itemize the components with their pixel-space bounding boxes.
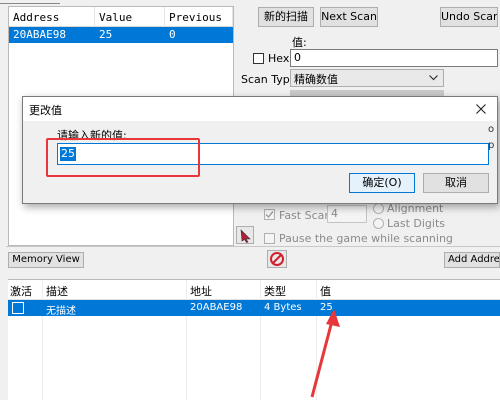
alignment-radio[interactable] bbox=[373, 203, 384, 214]
header-active[interactable]: 激活 bbox=[10, 283, 32, 299]
memory-view-button[interactable]: Memory View bbox=[8, 252, 84, 268]
value-label: 值: bbox=[292, 36, 307, 49]
dialog-close-button[interactable] bbox=[467, 98, 495, 120]
chevron-down-icon bbox=[429, 75, 438, 81]
window-edge bbox=[0, 0, 60, 4]
found-list-header: Address Value Previous bbox=[9, 7, 233, 27]
checkmark-icon bbox=[265, 211, 274, 219]
row-type: 4 Bytes bbox=[264, 302, 302, 313]
fast-scan-checkbox[interactable] bbox=[264, 209, 275, 220]
address-list-header: 激活 描述 地址 类型 值 bbox=[8, 280, 500, 300]
row-address: 20ABAE98 bbox=[190, 302, 243, 313]
undo-scan-button[interactable]: Undo Scan bbox=[440, 7, 498, 27]
last-digits-radio[interactable] bbox=[373, 218, 384, 229]
splitter[interactable] bbox=[6, 246, 500, 247]
column-divider bbox=[186, 280, 187, 400]
new-scan-button[interactable]: 新的扫描 bbox=[258, 7, 314, 27]
ok-button[interactable]: 确定(O) bbox=[349, 173, 415, 193]
scan-value-input[interactable]: 0 bbox=[290, 49, 498, 67]
annotation-highlight-box bbox=[46, 138, 200, 177]
last-digits-label: Last Digits bbox=[387, 217, 446, 230]
address-list-row[interactable]: 无描述 20ABAE98 4 Bytes 25 bbox=[8, 300, 500, 317]
found-header-previous[interactable]: Previous bbox=[165, 7, 233, 27]
scan-type-select[interactable]: 精确数值 bbox=[290, 69, 444, 87]
column-divider bbox=[42, 280, 43, 400]
scan-type-label: Scan Type bbox=[241, 73, 297, 86]
hex-checkbox[interactable] bbox=[253, 53, 264, 64]
hex-label: Hex bbox=[268, 52, 290, 65]
header-address[interactable]: 地址 bbox=[190, 283, 212, 299]
found-list-row[interactable]: 20ABAE98 25 0 bbox=[9, 27, 233, 43]
dialog-titlebar[interactable]: 更改值 bbox=[23, 97, 497, 121]
found-row-previous: 0 bbox=[169, 28, 176, 41]
header-description[interactable]: 描述 bbox=[46, 283, 68, 299]
pointer-tool-button[interactable] bbox=[236, 226, 254, 244]
found-header-address[interactable]: Address bbox=[9, 7, 95, 27]
fast-scan-label: Fast Scan bbox=[279, 209, 332, 222]
scan-type-value: 精确数值 bbox=[294, 73, 338, 86]
no-entry-icon bbox=[270, 252, 284, 266]
found-header-value[interactable]: Value bbox=[95, 7, 165, 27]
stop-scan-button[interactable] bbox=[267, 250, 287, 268]
pause-label: Pause the game while scanning bbox=[279, 232, 453, 245]
address-list[interactable]: 激活 描述 地址 类型 值 无描述 20ABAE98 4 Bytes 25 bbox=[8, 279, 500, 400]
clipped-option-text: p bbox=[488, 140, 495, 151]
found-row-value: 25 bbox=[99, 28, 113, 41]
clipped-option-text: o bbox=[488, 124, 495, 135]
cancel-button[interactable]: 取消 bbox=[423, 173, 489, 193]
header-type[interactable]: 类型 bbox=[264, 283, 286, 299]
next-scan-button[interactable]: Next Scan bbox=[320, 7, 378, 27]
found-row-address: 20ABAE98 bbox=[13, 28, 66, 41]
dialog-title: 更改值 bbox=[29, 104, 62, 117]
row-description: 无描述 bbox=[46, 306, 76, 317]
pause-checkbox[interactable] bbox=[264, 233, 275, 244]
active-checkbox[interactable] bbox=[12, 302, 24, 314]
column-divider bbox=[260, 280, 261, 400]
fast-scan-input[interactable]: 4 bbox=[327, 205, 367, 223]
close-icon bbox=[476, 104, 486, 114]
arrow-cursor-icon bbox=[240, 229, 251, 243]
annotation-arrow bbox=[310, 309, 340, 398]
change-value-dialog: 更改值 请输入新的值: 25 确定(O) 取消 bbox=[22, 96, 498, 204]
add-address-button[interactable]: Add Address Manually bbox=[444, 252, 500, 268]
header-value[interactable]: 值 bbox=[320, 283, 331, 299]
